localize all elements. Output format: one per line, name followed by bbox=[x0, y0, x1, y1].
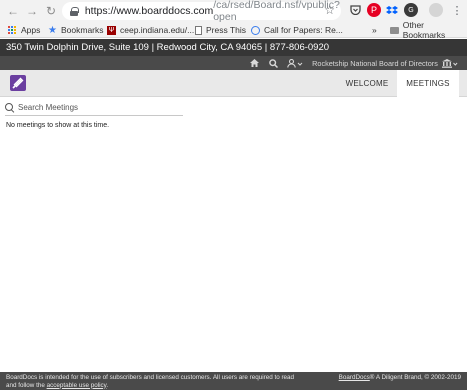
footer-copyright-text: ® A Diligent Brand, © 2002-2019 bbox=[369, 374, 461, 381]
user-menu-icon[interactable] bbox=[285, 58, 305, 68]
bookmark-bookmarks[interactable]: ★ Bookmarks bbox=[48, 24, 104, 36]
page-icon bbox=[195, 25, 202, 35]
organization-address: 350 Twin Dolphin Drive, Suite 109 | Redw… bbox=[6, 42, 330, 53]
footer-copyright: BoardDocs® A Diligent Brand, © 2002-2019 bbox=[339, 374, 461, 382]
dropbox-extension-icon[interactable] bbox=[385, 3, 399, 17]
folder-icon bbox=[390, 26, 399, 34]
pocket-extension-icon[interactable] bbox=[348, 3, 362, 17]
star-icon: ★ bbox=[48, 24, 57, 36]
institution-icon[interactable] bbox=[440, 58, 460, 68]
tab-meetings[interactable]: MEETINGS bbox=[397, 70, 459, 97]
pinterest-extension-icon[interactable]: P bbox=[367, 3, 381, 17]
bookmark-label: Call for Papers: Re... bbox=[264, 25, 343, 35]
menu-kebab-icon[interactable]: ⋮ bbox=[450, 3, 464, 17]
overflow-chevron-icon: » bbox=[372, 25, 377, 35]
page-footer: BoardDocs is intended for the use of sub… bbox=[0, 372, 467, 390]
search-meetings bbox=[5, 100, 183, 116]
address-bar[interactable]: https://www.boarddocs.com/ca/rsed/Board.… bbox=[62, 0, 341, 23]
bookmark-label: Bookmarks bbox=[61, 25, 104, 35]
reload-icon[interactable]: ↻ bbox=[43, 3, 59, 19]
apps-grid-icon bbox=[8, 25, 17, 35]
bookmark-label: Press This bbox=[206, 25, 246, 35]
indiana-favicon-icon: Ψ bbox=[107, 25, 116, 35]
search-icon bbox=[5, 103, 14, 112]
tab-welcome[interactable]: WELCOME bbox=[338, 70, 396, 97]
bookmark-press-this[interactable]: Press This bbox=[195, 24, 246, 36]
other-bookmarks[interactable]: Other Bookmarks bbox=[390, 20, 467, 40]
globe-icon bbox=[251, 25, 260, 35]
bookmarks-overflow[interactable]: » bbox=[372, 24, 377, 36]
utility-bar: Rocketship National Board of Directors bbox=[0, 56, 467, 70]
main-navigation: WELCOME MEETINGS bbox=[0, 70, 467, 97]
url-host: https://www.boarddocs.com bbox=[84, 5, 214, 17]
footer-disclaimer: BoardDocs is intended for the use of sub… bbox=[6, 374, 306, 389]
bookmark-label: Other Bookmarks bbox=[402, 20, 446, 40]
site-header: 350 Twin Dolphin Drive, Suite 109 | Redw… bbox=[0, 39, 467, 56]
lock-icon bbox=[70, 6, 79, 16]
tab-welcome-label: WELCOME bbox=[345, 79, 389, 88]
browser-toolbar: ← → ↻ https://www.boarddocs.com/ca/rsed/… bbox=[0, 0, 467, 23]
organization-name[interactable]: Rocketship National Board of Directors bbox=[312, 58, 438, 68]
boarddocs-link[interactable]: BoardDocs bbox=[339, 374, 370, 381]
empty-meetings-message: No meetings to show at this time. bbox=[6, 122, 110, 129]
boarddocs-logo-icon[interactable] bbox=[10, 75, 26, 91]
back-arrow-icon[interactable]: ← bbox=[5, 3, 21, 19]
forward-arrow-icon[interactable]: → bbox=[24, 3, 40, 19]
bookmark-label: ceep.indiana.edu/... bbox=[120, 25, 195, 35]
tab-meetings-label: MEETINGS bbox=[406, 79, 450, 88]
bookmark-star-icon[interactable]: ☆ bbox=[324, 3, 335, 17]
acceptable-use-policy-link[interactable]: acceptable use policy bbox=[47, 382, 107, 389]
grammarly-extension-icon[interactable]: G bbox=[404, 3, 418, 17]
footer-period: . bbox=[106, 381, 109, 389]
bookmark-label: Apps bbox=[21, 25, 41, 35]
bookmark-apps[interactable]: Apps bbox=[8, 24, 40, 36]
search-icon[interactable] bbox=[267, 58, 279, 68]
home-icon[interactable] bbox=[248, 58, 260, 68]
bookmark-call-for-papers[interactable]: Call for Papers: Re... bbox=[251, 24, 343, 36]
url-path: /ca/rsed/Board.nsf/vpublic?open bbox=[213, 0, 340, 23]
bookmark-ceep[interactable]: Ψ ceep.indiana.edu/... bbox=[107, 24, 194, 36]
bookmarks-bar: Apps ★ Bookmarks Ψ ceep.indiana.edu/... … bbox=[0, 20, 467, 40]
search-meetings-input[interactable] bbox=[18, 103, 168, 112]
profile-avatar-icon[interactable] bbox=[429, 3, 443, 17]
